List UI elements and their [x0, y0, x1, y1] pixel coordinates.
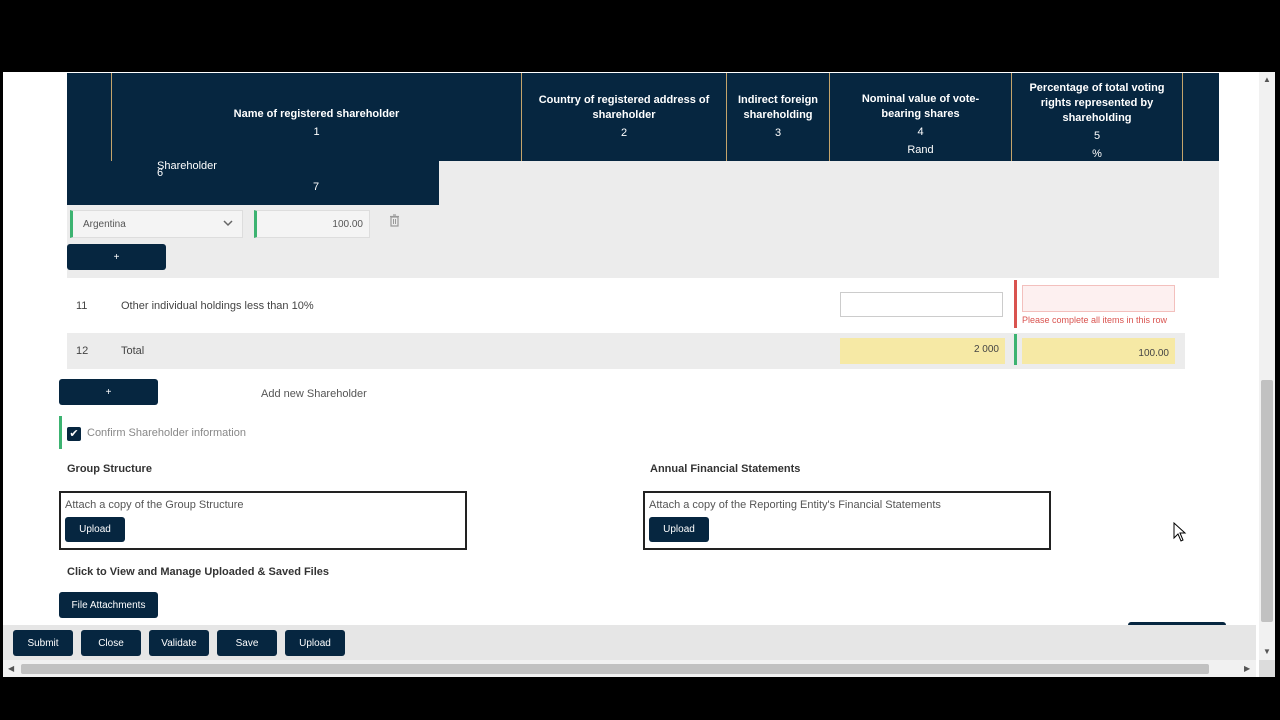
close-button[interactable]: Close	[81, 630, 141, 656]
save-button[interactable]: Save	[217, 630, 277, 656]
header-title: Country of registered address of shareho…	[538, 94, 710, 121]
header-num: 5	[1093, 129, 1101, 142]
valid-indicator	[59, 416, 62, 449]
valid-indicator	[1014, 334, 1017, 365]
financials-hint: Attach a copy of the Reporting Entity's …	[649, 499, 941, 511]
header-unit: Rand	[907, 144, 934, 156]
trash-icon[interactable]	[389, 214, 400, 232]
scroll-down-icon[interactable]: ▼	[1263, 647, 1271, 656]
header-unit: %	[1092, 147, 1102, 160]
upload-button[interactable]: Upload	[285, 630, 345, 656]
table-row: 12 Total	[67, 333, 1185, 369]
header-index-col	[67, 73, 112, 161]
group-structure-hint: Attach a copy of the Group Structure	[65, 499, 244, 511]
scroll-up-icon[interactable]: ▲	[1263, 75, 1271, 84]
add-shareholder-button[interactable]: +	[59, 379, 158, 405]
header-num: 3	[774, 127, 782, 139]
header-num: 1	[313, 125, 320, 138]
total-nominal-value: 2 000	[840, 338, 1005, 364]
country-select[interactable]: Argentina	[70, 210, 243, 238]
scroll-left-icon[interactable]: ◀	[8, 664, 14, 673]
scrollbar-corner	[1259, 660, 1275, 677]
error-indicator	[1014, 280, 1017, 328]
header-title: Nominal value of vote-bearing shares	[861, 93, 980, 120]
header-title: Name of registered shareholder	[233, 107, 400, 120]
add-shareholder-label: Add new Shareholder	[261, 388, 367, 400]
vertical-scrollbar[interactable]: ▲ ▼	[1259, 72, 1275, 660]
add-country-button[interactable]: +	[67, 244, 166, 270]
chevron-down-icon	[222, 217, 234, 232]
row11-percent-input[interactable]	[1022, 285, 1175, 312]
mouse-cursor-icon	[1173, 521, 1187, 547]
sub-table-header: Shareholder 6 7	[67, 160, 439, 205]
header-num: 4	[917, 126, 924, 138]
row-number: 12	[76, 345, 89, 357]
horizontal-scrollbar[interactable]: ◀ ▶	[3, 660, 1256, 677]
vertical-scroll-thumb[interactable]	[1261, 380, 1273, 622]
sub-table-panel	[439, 161, 1219, 278]
header-col-2: Country of registered address of shareho…	[522, 73, 727, 161]
validate-button[interactable]: Validate	[149, 630, 209, 656]
row11-nominal-input[interactable]	[840, 292, 1003, 317]
row-number: 11	[76, 299, 88, 312]
shareholder-table-header: Name of registered shareholder 1 Country…	[67, 73, 1219, 163]
sub-header-col-7: 7	[313, 181, 320, 193]
financials-attach-box: Attach a copy of the Reporting Entity's …	[643, 491, 1051, 550]
confirm-checkbox[interactable]: ✔	[67, 427, 81, 441]
header-title: Indirect foreign shareholding	[737, 94, 819, 121]
file-attachments-button[interactable]: File Attachments	[59, 592, 158, 618]
group-structure-upload-button[interactable]: Upload	[65, 517, 125, 542]
scroll-right-icon[interactable]: ▶	[1244, 664, 1250, 673]
financials-title: Annual Financial Statements	[650, 463, 801, 475]
submit-button[interactable]: Submit	[13, 630, 73, 656]
group-structure-title: Group Structure	[67, 463, 152, 475]
indirect-percent-input[interactable]: 100.00	[254, 210, 370, 238]
row-label: Other individual holdings less than 10%	[121, 299, 314, 312]
form-viewport: Name of registered shareholder 1 Country…	[3, 72, 1275, 677]
header-num: 2	[620, 127, 628, 139]
country-select-value: Argentina	[83, 218, 126, 230]
header-col-3: Indirect foreign shareholding 3	[727, 73, 830, 161]
sub-header-col-6: 6	[157, 167, 164, 179]
header-col-1: Name of registered shareholder 1	[112, 73, 522, 161]
bottom-toolbar: Submit Close Validate Save Upload	[3, 625, 1256, 660]
header-col-5: Percentage of total voting rights repres…	[1012, 73, 1183, 161]
table-row: 11 Other individual holdings less than 1…	[67, 283, 1185, 328]
validation-error-message: Please complete all items in this row	[1022, 315, 1168, 325]
header-col-4: Nominal value of vote-bearing shares 4 R…	[830, 73, 1012, 161]
total-percent-value: 100.00	[1022, 338, 1175, 364]
check-icon: ✔	[69, 428, 79, 440]
confirm-label: Confirm Shareholder information	[87, 427, 246, 439]
sub-header-partial-label: Shareholder	[157, 160, 217, 171]
row-label: Total	[121, 345, 145, 357]
horizontal-scroll-thumb[interactable]	[21, 664, 1209, 674]
financials-upload-button[interactable]: Upload	[649, 517, 709, 542]
header-title: Percentage of total voting rights repres…	[1029, 81, 1165, 124]
group-structure-attach-box: Attach a copy of the Group Structure Upl…	[59, 491, 467, 550]
files-title: Click to View and Manage Uploaded & Save…	[67, 566, 330, 578]
